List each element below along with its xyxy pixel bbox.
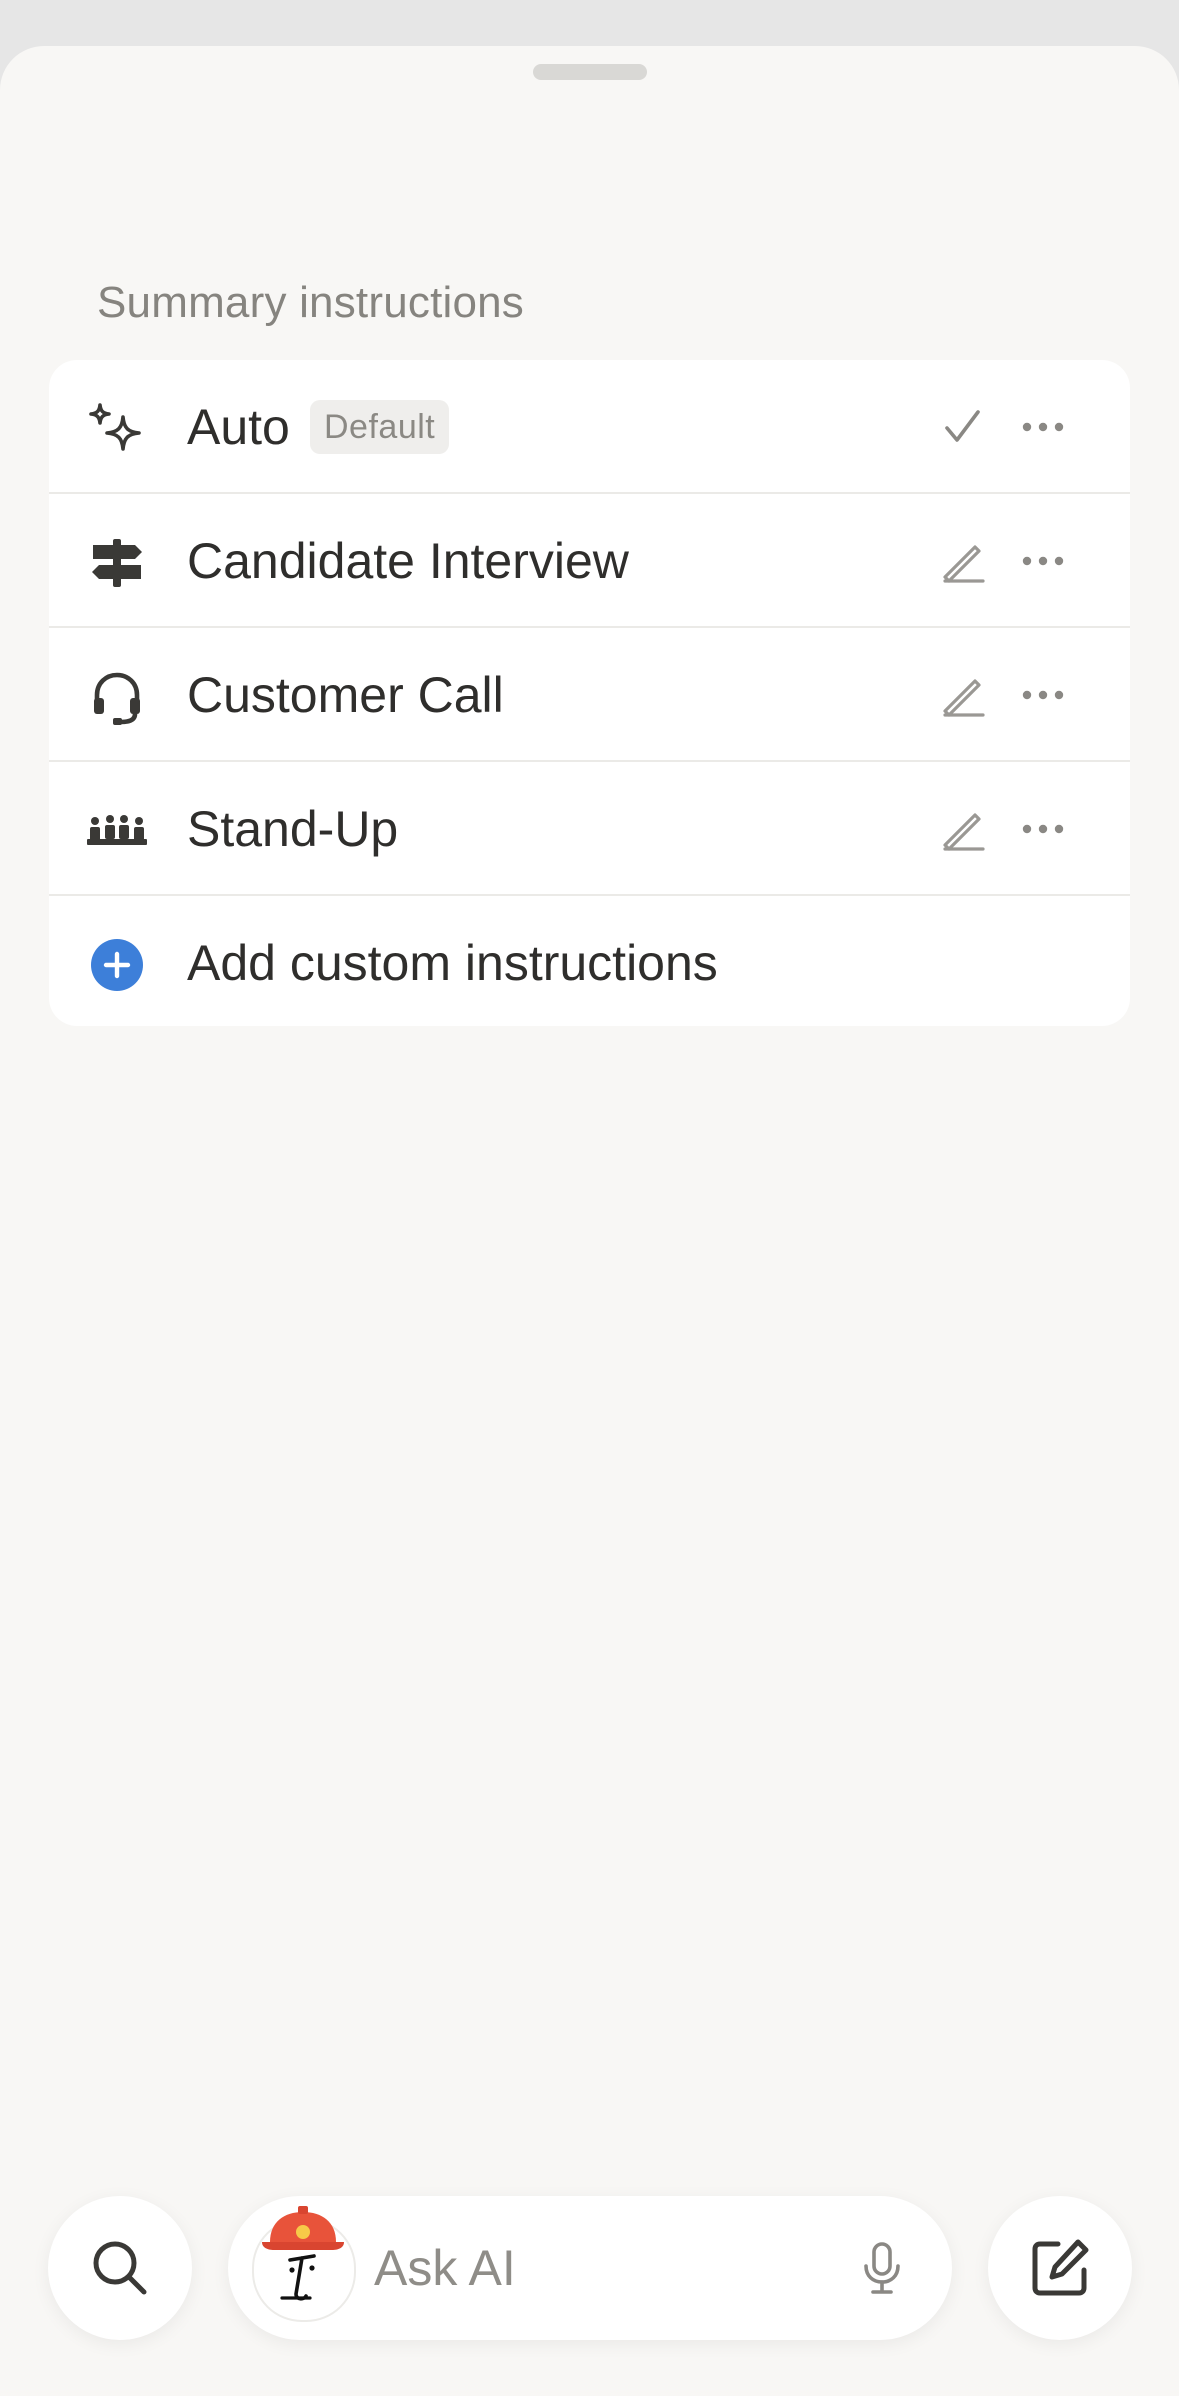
compose-icon <box>1032 2239 1089 2296</box>
more-options-icon[interactable] <box>1013 397 1073 457</box>
signpost-icon <box>85 531 149 595</box>
instruction-item-candidate-interview[interactable]: Candidate Interview <box>49 494 1130 628</box>
instruction-item-customer-call[interactable]: Customer Call <box>49 628 1130 762</box>
section-title: Summary instructions <box>97 278 525 327</box>
check-icon <box>933 397 993 457</box>
add-custom-instructions-button[interactable]: Add custom instructions <box>49 896 1130 1026</box>
instruction-label: Candidate Interview <box>187 533 629 589</box>
ai-avatar-icon <box>252 2206 356 2322</box>
sheet-grabber[interactable] <box>533 64 647 80</box>
team-icon <box>85 799 149 863</box>
sparkles-icon <box>85 397 149 461</box>
ask-ai-placeholder: Ask AI <box>374 2240 516 2296</box>
pencil-icon[interactable] <box>933 799 993 859</box>
more-options-icon[interactable] <box>1013 799 1073 859</box>
instruction-label: Stand-Up <box>187 801 399 857</box>
instruction-item-auto[interactable]: Auto Default <box>49 360 1130 494</box>
add-custom-instructions-label: Add custom instructions <box>187 935 718 991</box>
instructions-list: Auto Default Candidate Interview Custome… <box>49 360 1130 1026</box>
bottom-bar: Ask AI <box>0 2146 1179 2396</box>
microphone-icon[interactable] <box>852 2238 912 2298</box>
headset-icon <box>85 665 149 729</box>
bottom-sheet: Summary instructions Auto Default Candid… <box>0 46 1179 2396</box>
compose-button[interactable] <box>988 2196 1132 2340</box>
pencil-icon[interactable] <box>933 531 993 591</box>
instruction-item-stand-up[interactable]: Stand-Up <box>49 762 1130 896</box>
more-options-icon[interactable] <box>1013 665 1073 725</box>
plus-circle-icon <box>85 933 149 997</box>
instruction-label: Auto <box>187 399 290 455</box>
ask-ai-input[interactable]: Ask AI <box>228 2196 952 2340</box>
more-options-icon[interactable] <box>1013 531 1073 591</box>
instruction-label: Customer Call <box>187 667 504 723</box>
search-icon <box>93 2241 147 2295</box>
default-badge: Default <box>310 400 450 454</box>
pencil-icon[interactable] <box>933 665 993 725</box>
search-button[interactable] <box>48 2196 192 2340</box>
